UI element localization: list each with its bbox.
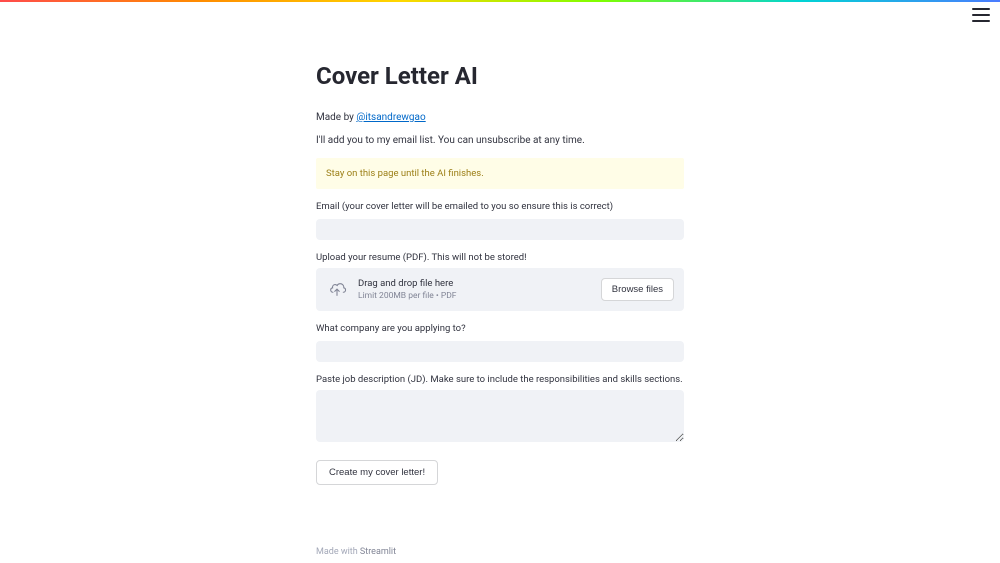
author-prefix: Made by	[316, 112, 356, 123]
browse-files-button[interactable]: Browse files	[601, 278, 674, 301]
author-link[interactable]: @itsandrewgao	[356, 112, 425, 123]
upload-text-group: Drag and drop file here Limit 200MB per …	[358, 278, 601, 301]
cloud-upload-icon	[326, 281, 348, 299]
footer-brand: Streamlit	[360, 547, 396, 557]
file-upload-dropzone[interactable]: Drag and drop file here Limit 200MB per …	[316, 268, 684, 311]
create-cover-letter-button[interactable]: Create my cover letter!	[316, 460, 438, 485]
upload-drop-text: Drag and drop file here	[358, 278, 601, 289]
warning-text: Stay on this page until the AI finishes.	[326, 168, 674, 179]
footer-prefix: Made with	[316, 547, 360, 557]
jd-textarea[interactable]	[316, 390, 684, 442]
page-title: Cover Letter AI	[316, 62, 684, 90]
email-list-notice: I'll add you to my email list. You can u…	[316, 135, 684, 146]
email-input[interactable]	[316, 219, 684, 240]
menu-icon	[972, 8, 990, 10]
author-line: Made by @itsandrewgao	[316, 112, 684, 123]
company-input[interactable]	[316, 341, 684, 362]
footer: Made with Streamlit	[316, 547, 396, 557]
app-header-gradient	[0, 0, 1000, 2]
hamburger-menu-button[interactable]	[972, 8, 990, 22]
menu-icon	[972, 14, 990, 16]
main-content: Cover Letter AI Made by @itsandrewgao I'…	[316, 0, 684, 485]
upload-limit-text: Limit 200MB per file • PDF	[358, 291, 601, 301]
company-label: What company are you applying to?	[316, 323, 684, 334]
menu-icon	[972, 20, 990, 22]
warning-banner: Stay on this page until the AI finishes.	[316, 158, 684, 189]
email-label: Email (your cover letter will be emailed…	[316, 201, 684, 212]
jd-label: Paste job description (JD). Make sure to…	[316, 374, 684, 385]
upload-label: Upload your resume (PDF). This will not …	[316, 252, 684, 263]
